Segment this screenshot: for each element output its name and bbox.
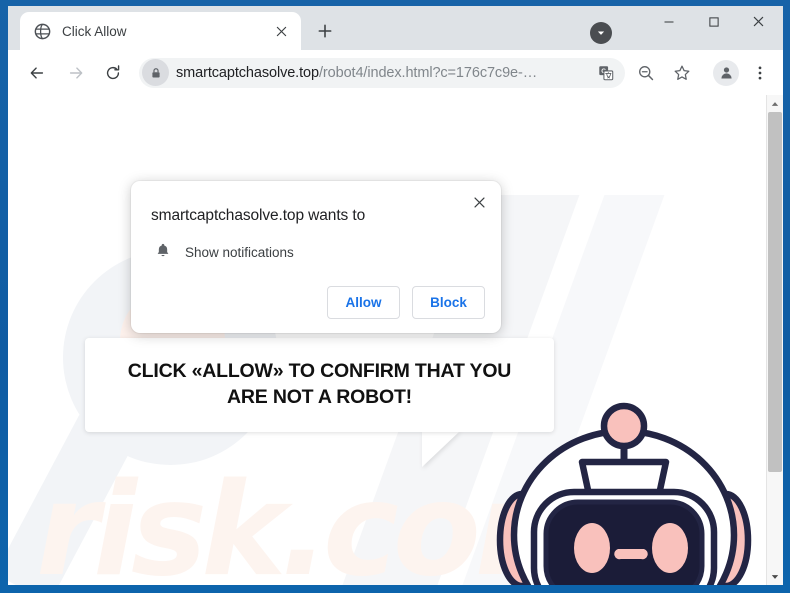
bell-icon bbox=[155, 242, 171, 263]
scroll-up-arrow-icon[interactable] bbox=[767, 95, 784, 112]
allow-button[interactable]: Allow bbox=[327, 286, 400, 319]
tab-close-icon[interactable] bbox=[272, 22, 291, 41]
window-close-button[interactable] bbox=[736, 6, 781, 37]
dropdown-arrow-icon[interactable] bbox=[590, 22, 612, 44]
translate-icon[interactable]: G bbox=[593, 60, 619, 86]
star-icon[interactable] bbox=[667, 58, 697, 88]
url-path: /robot4/index.html?c=176c7c9e-… bbox=[318, 64, 538, 81]
window-minimize-button[interactable] bbox=[646, 6, 691, 37]
window-maximize-button[interactable] bbox=[691, 6, 736, 37]
forward-arrow-icon[interactable] bbox=[61, 58, 91, 88]
url-text: smartcaptchasolve.top/robot4/index.html?… bbox=[176, 65, 588, 81]
tab-strip: Click Allow bbox=[8, 6, 783, 50]
close-icon[interactable] bbox=[467, 190, 491, 214]
scrollbar-thumb[interactable] bbox=[768, 112, 782, 473]
browser-tab[interactable]: Click Allow bbox=[20, 12, 301, 50]
vertical-scrollbar[interactable] bbox=[766, 95, 783, 585]
scroll-down-arrow-icon[interactable] bbox=[767, 568, 784, 585]
speech-bubble-tail bbox=[422, 431, 460, 467]
dialog-actions: Allow Block bbox=[327, 286, 485, 319]
browser-window: Click Allow smartcaptchasolve.top/robot4… bbox=[8, 6, 783, 585]
browser-toolbar: smartcaptchasolve.top/robot4/index.html?… bbox=[8, 50, 783, 95]
reload-icon[interactable] bbox=[98, 58, 128, 88]
permission-label: Show notifications bbox=[185, 245, 294, 260]
dialog-title: smartcaptchasolve.top wants to bbox=[151, 207, 366, 224]
speech-bubble-text: CLICK «ALLOW» TO CONFIRM THAT YOU ARE NO… bbox=[127, 360, 512, 408]
zoom-out-icon[interactable] bbox=[631, 58, 661, 88]
three-dot-menu-icon[interactable] bbox=[745, 58, 775, 88]
globe-icon bbox=[34, 23, 51, 40]
new-tab-button[interactable] bbox=[311, 17, 339, 45]
lock-icon[interactable] bbox=[142, 59, 169, 86]
page-viewport: risk.com CLICK «ALLOW» TO CONFIRM THAT Y… bbox=[8, 95, 783, 585]
tab-title: Click Allow bbox=[62, 23, 127, 39]
notification-permission-dialog: smartcaptchasolve.top wants to Show noti… bbox=[131, 181, 501, 333]
os-window-frame: Click Allow smartcaptchasolve.top/robot4… bbox=[0, 0, 790, 593]
page-content: risk.com CLICK «ALLOW» TO CONFIRM THAT Y… bbox=[8, 95, 766, 585]
back-arrow-icon[interactable] bbox=[22, 58, 52, 88]
speech-bubble: CLICK «ALLOW» TO CONFIRM THAT YOU ARE NO… bbox=[85, 338, 554, 432]
url-host: smartcaptchasolve.top bbox=[176, 64, 319, 81]
profile-avatar-icon[interactable] bbox=[713, 59, 739, 86]
permission-row: Show notifications bbox=[151, 242, 483, 263]
window-controls bbox=[590, 6, 781, 50]
scrollbar-track[interactable] bbox=[767, 112, 783, 568]
address-bar[interactable]: smartcaptchasolve.top/robot4/index.html?… bbox=[139, 57, 625, 88]
block-button[interactable]: Block bbox=[412, 286, 485, 319]
